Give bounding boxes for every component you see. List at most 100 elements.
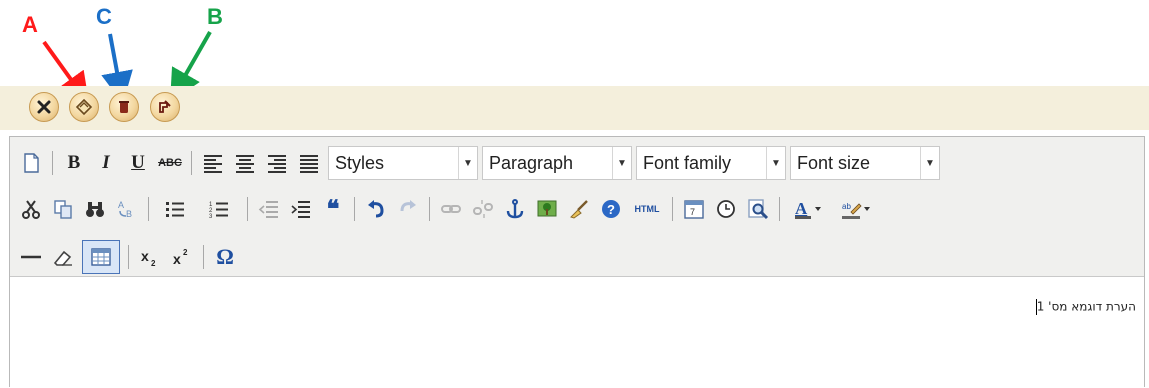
- comment-text: הערת דוגמא מס' 1: [1035, 299, 1136, 315]
- unlink-icon: [473, 200, 493, 218]
- underline-button[interactable]: U: [125, 150, 151, 176]
- align-left-icon: [204, 155, 222, 173]
- annotation-label-b: B: [207, 4, 223, 29]
- superscript-icon: x2: [173, 248, 188, 267]
- svg-text:?: ?: [607, 202, 615, 217]
- highlight-color-button[interactable]: ab: [834, 196, 878, 222]
- redo-icon: [400, 200, 416, 212]
- undo-button[interactable]: [363, 196, 389, 222]
- subscript-button[interactable]: x2: [137, 244, 163, 270]
- svg-text:x: x: [141, 248, 149, 264]
- outdent-button[interactable]: [256, 196, 282, 222]
- text-color-button[interactable]: A: [788, 196, 828, 222]
- editor-toolbar: B I U ABC Styles ▼ Paragraph ▼ Font fami…: [10, 137, 1144, 277]
- edit-comment-button[interactable]: [150, 92, 180, 122]
- toolbar-separator: [191, 151, 192, 175]
- align-center-icon: [236, 155, 254, 173]
- bold-button[interactable]: B: [61, 150, 87, 176]
- insert-image-button[interactable]: [534, 196, 560, 222]
- clock-icon: [717, 200, 735, 218]
- svg-text:A: A: [795, 199, 808, 218]
- special-character-button[interactable]: Ω: [212, 244, 238, 270]
- link-icon: [441, 205, 461, 213]
- unlink-button[interactable]: [470, 196, 496, 222]
- svg-text:3: 3: [209, 214, 213, 220]
- align-justify-button[interactable]: [296, 150, 322, 176]
- arrow-c: [101, 33, 133, 104]
- close-comment-button[interactable]: [29, 92, 59, 122]
- toolbar-separator: [779, 197, 780, 221]
- anchor-icon: [506, 199, 524, 219]
- align-right-button[interactable]: [264, 150, 290, 176]
- trash-can-icon: [119, 101, 129, 113]
- eraser-icon: [53, 250, 72, 266]
- svg-text:B: B: [126, 209, 132, 219]
- preview-magnifier-icon: [748, 199, 769, 220]
- text-color-icon: A: [795, 199, 821, 219]
- align-left-button[interactable]: [200, 150, 226, 176]
- cleanup-button[interactable]: [566, 196, 592, 222]
- comment-text-value: הערת דוגמא מס' 1: [1036, 299, 1136, 314]
- new-document-button[interactable]: [18, 150, 44, 176]
- font-size-dropdown[interactable]: Font size ▼: [790, 146, 940, 180]
- insert-table-button[interactable]: [82, 240, 120, 274]
- toolbar-separator: [52, 151, 53, 175]
- numbered-list-button[interactable]: 123: [201, 196, 239, 222]
- copy-icon: [54, 200, 72, 219]
- insert-time-button[interactable]: [713, 196, 739, 222]
- anchor-button[interactable]: [502, 196, 528, 222]
- font-family-dropdown[interactable]: Font family ▼: [636, 146, 786, 180]
- bullet-list-icon: [166, 202, 184, 217]
- remove-format-button[interactable]: [50, 244, 76, 270]
- scissors-icon: [22, 200, 40, 219]
- cut-button[interactable]: [18, 196, 44, 222]
- horizontal-rule-button[interactable]: [18, 244, 44, 270]
- toolbar-separator: [148, 197, 149, 221]
- insert-link-button[interactable]: [438, 196, 464, 222]
- find-button[interactable]: [82, 196, 108, 222]
- arrow-b: [170, 31, 212, 102]
- help-button[interactable]: ?: [598, 196, 624, 222]
- html-source-button[interactable]: HTML: [630, 196, 664, 222]
- annotation-label-a: A: [22, 12, 38, 37]
- new-document-icon: [24, 153, 39, 173]
- chevron-down-icon: ▼: [612, 147, 631, 179]
- binoculars-icon: [86, 202, 104, 217]
- toolbar-separator: [247, 197, 248, 221]
- redo-button[interactable]: [395, 196, 421, 222]
- toolbar-separator: [354, 197, 355, 221]
- preview-button[interactable]: [745, 196, 771, 222]
- editor-content-area[interactable]: הערת דוגמא מס' 1: [10, 277, 1144, 388]
- blockquote-button[interactable]: ❝: [320, 196, 346, 223]
- styles-dropdown-label: Styles: [335, 152, 385, 173]
- align-center-button[interactable]: [232, 150, 258, 176]
- strikethrough-button[interactable]: ABC: [157, 150, 183, 176]
- paragraph-format-dropdown[interactable]: Paragraph ▼: [482, 146, 632, 180]
- indent-button[interactable]: [288, 196, 314, 222]
- comment-action-bar: [0, 86, 1149, 130]
- insert-date-button[interactable]: 7: [681, 196, 707, 222]
- styles-dropdown[interactable]: Styles ▼: [328, 146, 478, 180]
- chevron-down-icon: ▼: [920, 147, 939, 179]
- calendar-icon: 7: [684, 200, 704, 219]
- numbered-list-icon: 123: [209, 202, 228, 220]
- replace-button[interactable]: AB: [114, 196, 140, 222]
- help-icon: ?: [602, 200, 620, 218]
- svg-text:2: 2: [151, 259, 156, 268]
- arrow-a: [42, 40, 90, 105]
- clear-comment-button[interactable]: [69, 92, 99, 122]
- rich-text-editor: B I U ABC Styles ▼ Paragraph ▼ Font fami…: [9, 136, 1145, 388]
- annotation-label-c: C: [96, 4, 112, 29]
- table-icon: [91, 248, 111, 266]
- copy-button[interactable]: [50, 196, 76, 222]
- superscript-button[interactable]: x2: [169, 244, 195, 270]
- subscript-icon: x2: [141, 248, 156, 268]
- bullet-list-button[interactable]: [157, 196, 195, 222]
- html-source-label: HTML: [634, 204, 660, 214]
- font-family-dropdown-label: Font family: [643, 152, 732, 173]
- align-justify-icon: [300, 155, 318, 173]
- delete-comment-button[interactable]: [109, 92, 139, 122]
- italic-button[interactable]: I: [93, 150, 119, 176]
- outdent-icon: [258, 201, 278, 218]
- toolbar-row-1: B I U ABC Styles ▼ Paragraph ▼ Font fami…: [18, 146, 944, 180]
